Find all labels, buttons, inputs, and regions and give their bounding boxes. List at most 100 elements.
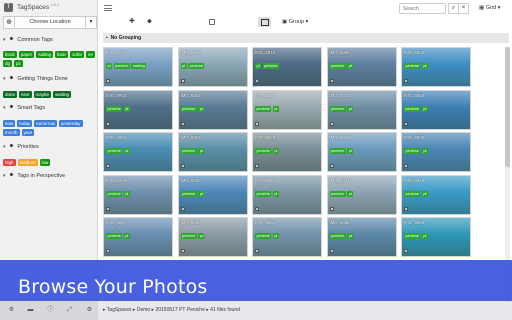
file-tag[interactable]: pt [272,190,279,197]
file-select-checkbox[interactable] [255,121,259,126]
file-tag[interactable]: pt [347,190,354,197]
file-tag[interactable]: pt [421,148,428,154]
file-tile[interactable]: IMG_5941 peniche pt [252,174,322,215]
file-tag[interactable]: pt [198,105,205,112]
file-tag[interactable]: waiting [131,63,147,69]
file-tag[interactable]: peniche [255,148,272,154]
file-tile[interactable]: IMG_5900 peniche pt [401,47,471,87]
file-tag[interactable]: peniche [106,148,123,154]
tag-button[interactable]: today [17,120,33,127]
file-tag[interactable]: peniche [329,148,346,154]
file-select-checkbox[interactable] [404,79,408,83]
file-tag[interactable]: peniche [329,63,346,69]
file-tag[interactable]: peniche [255,233,272,239]
file-select-checkbox[interactable] [180,249,185,253]
clear-search-icon[interactable]: × [459,3,469,14]
tag-button[interactable]: low [39,159,51,166]
file-select-checkbox[interactable] [106,249,110,253]
tag-button[interactable]: done [3,91,18,98]
file-tag[interactable]: peniche [180,190,197,197]
file-tag[interactable]: peniche [113,63,130,69]
tag-button[interactable]: waiting [53,91,72,98]
file-tile[interactable]: IMG_5955 peniche pt [326,217,397,257]
tag-button[interactable]: sofar [70,51,85,58]
file-select-checkbox[interactable] [329,164,334,168]
file-tile[interactable]: IMG_5920 peniche pt [401,89,471,130]
file-tile[interactable]: IMG_5944 peniche pt [326,174,397,215]
file-select-checkbox[interactable] [180,79,185,83]
menu-toggle-icon[interactable] [104,5,112,11]
tag-button[interactable]: next [19,91,32,98]
file-tag[interactable]: pt [347,148,354,154]
file-tag[interactable]: peniche [404,63,421,69]
file-tile[interactable]: IMG_5918 peniche pt [326,89,397,130]
file-select-checkbox[interactable] [404,206,408,211]
sidebar-section-header[interactable]: ▾ ⬥ Priorities [3,143,39,150]
view-mode-button[interactable]: ▦ Grid ▾ [479,3,507,14]
location-dropdown-caret-icon[interactable]: ▼ [86,16,97,29]
file-select-checkbox[interactable] [404,249,408,253]
tag-button[interactable]: yesterday [59,120,83,127]
file-select-checkbox[interactable] [180,121,185,126]
scrollbar-thumb[interactable] [505,47,510,167]
show-thumbnails-icon[interactable] [258,17,271,27]
file-tag[interactable]: peniche [180,148,197,154]
file-tag[interactable]: pt [106,63,113,69]
sidebar-section-header[interactable]: ▾ ⬥ Smart Tags [3,104,45,111]
file-tile[interactable]: IMG_5947 peniche pt [103,217,173,257]
file-tag[interactable]: pt [421,190,428,197]
file-tag[interactable]: peniche [404,105,421,112]
file-tag[interactable]: pt [198,233,205,239]
file-select-checkbox[interactable] [255,206,259,211]
file-select-checkbox[interactable] [106,79,110,83]
file-tag[interactable]: pt [180,63,187,69]
file-tag[interactable]: pt [255,63,262,69]
file-tag[interactable]: pt [123,105,130,112]
file-tile[interactable]: IMG_5932 peniche pt [326,132,397,172]
file-select-checkbox[interactable] [404,164,408,168]
file-select-checkbox[interactable] [180,164,185,168]
file-select-checkbox[interactable] [329,121,334,126]
file-select-checkbox[interactable] [404,121,408,126]
tag-button[interactable]: tomorrow [34,120,58,127]
sidebar-section-header[interactable]: ▾ ⬥ Tags in Perspective [3,172,65,179]
file-tag[interactable]: peniche [106,105,123,112]
file-tag[interactable]: pt [421,63,428,69]
file-tag[interactable]: pt [347,63,354,69]
file-tile[interactable]: IMG_5956 peniche pt [401,217,471,257]
file-tile[interactable]: IMG_5976 pt peniche [177,47,248,87]
file-tag[interactable]: peniche [106,190,123,197]
file-tag[interactable]: peniche [329,105,346,112]
file-tile[interactable]: IMG_5950 peniche pt [177,217,248,257]
file-tile[interactable]: IMG_5946 peniche pt [401,174,471,215]
file-tag[interactable]: pt [421,105,428,112]
file-tag[interactable]: peniche [180,233,197,239]
file-tag[interactable]: pt [272,148,279,154]
file-tag[interactable]: peniche [329,190,346,197]
file-select-checkbox[interactable] [106,206,110,211]
file-select-checkbox[interactable] [106,121,110,126]
file-tile[interactable]: IMG_5902 peniche pt [103,89,173,130]
tag-button[interactable]: sailing [36,51,54,58]
file-select-checkbox[interactable] [329,249,334,253]
file-tag[interactable]: pt [123,148,130,154]
file-select-checkbox[interactable] [180,206,185,211]
file-tag[interactable]: pt [421,233,428,239]
file-tag[interactable]: pt [272,233,279,239]
tag-button[interactable]: boar [55,51,69,58]
sidebar-section-header[interactable]: ▾ ⬥ Common Tags [3,36,53,43]
grouping-header[interactable]: ▪ No Grouping [103,33,509,43]
file-select-checkbox[interactable] [255,79,259,83]
file-tag[interactable]: peniche [404,190,421,197]
tag-button[interactable]: ev [86,51,95,58]
file-select-checkbox[interactable] [255,164,259,168]
tag-button[interactable]: book [3,51,17,58]
file-select-checkbox[interactable] [329,206,334,211]
file-select-checkbox[interactable] [255,249,259,253]
search-input[interactable] [399,3,446,14]
file-tile[interactable]: IMG_5936 peniche pt [103,174,173,215]
tag-button[interactable]: medium [17,159,38,166]
file-tag[interactable]: peniche [255,190,272,197]
file-tile[interactable]: IMG_5927 peniche pt [177,132,248,172]
file-tag[interactable]: pt [272,105,279,112]
